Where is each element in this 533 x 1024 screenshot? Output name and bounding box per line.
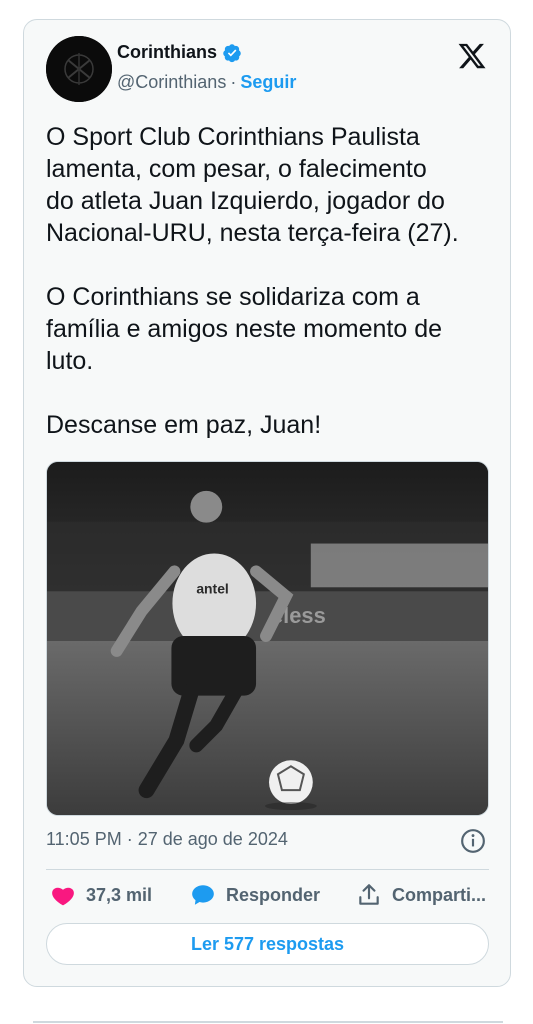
separator-dot: · xyxy=(126,829,133,849)
tweet-date: 27 de ago de 2024 xyxy=(137,829,288,849)
like-count: 37,3 mil xyxy=(86,884,153,905)
read-replies-button[interactable]: Ler 577 respostas xyxy=(46,923,489,965)
reply-button[interactable]: Responder xyxy=(190,882,320,908)
tweet-timestamp[interactable]: 11:05 PM · 27 de ago de 2024 xyxy=(46,829,288,850)
tweet-time: 11:05 PM xyxy=(46,829,122,849)
author-handle[interactable]: @Corinthians xyxy=(117,72,226,93)
author-handle-row: @Corinthians · Seguir xyxy=(117,72,296,93)
action-bar: 37,3 mil Responder Comparti... xyxy=(46,882,489,912)
x-logo-icon[interactable] xyxy=(457,41,487,71)
share-button[interactable]: Comparti... xyxy=(356,882,486,908)
avatar[interactable] xyxy=(46,36,112,102)
share-icon xyxy=(359,884,379,905)
svg-text:antel: antel xyxy=(196,580,228,596)
bottom-divider xyxy=(33,1021,503,1023)
reply-bubble-icon xyxy=(192,885,214,905)
reply-label: Responder xyxy=(226,884,321,905)
divider xyxy=(46,869,489,870)
like-button[interactable]: 37,3 mil xyxy=(50,882,152,908)
author-display-name[interactable]: Corinthians xyxy=(117,42,217,63)
tweet-text: O Sport Club Corinthians Paulista lament… xyxy=(46,123,459,439)
tweet-card: Corinthians @Corinthians · Seguir O Spor… xyxy=(23,19,511,987)
separator-dot: · xyxy=(230,72,237,92)
verified-badge-icon xyxy=(223,43,241,62)
tweet-image[interactable]: eless antel xyxy=(46,461,489,816)
follow-button[interactable]: Seguir xyxy=(240,72,296,93)
author-name-row: Corinthians xyxy=(117,42,242,63)
share-label: Comparti... xyxy=(392,884,487,905)
info-icon[interactable] xyxy=(460,828,486,854)
heart-icon xyxy=(52,887,74,906)
